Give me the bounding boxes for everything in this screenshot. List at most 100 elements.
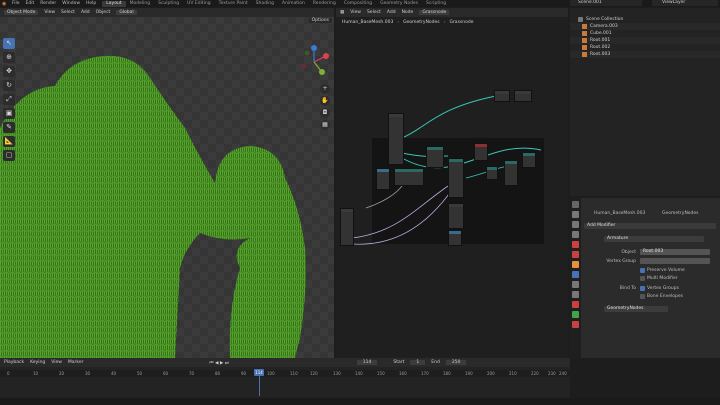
geometry-nodes-modifier-name[interactable]: GeometryNodes [604, 306, 668, 312]
transform-tool-icon[interactable]: ▣ [3, 108, 15, 119]
scale-tool-icon[interactable]: ⤢ [3, 94, 15, 105]
tab-sculpting[interactable]: Sculpting [154, 1, 183, 7]
add-cube-tool-icon[interactable]: ▢ [3, 150, 15, 161]
tab-animation[interactable]: Animation [278, 1, 309, 7]
node-editor[interactable]: ▦ View Select Add Node Grassnode Human_B… [336, 8, 568, 358]
armature-modifier-name[interactable]: Armature [604, 236, 704, 242]
bone-envelopes-checkbox[interactable] [640, 294, 645, 299]
world-tab-icon[interactable] [572, 251, 579, 258]
viewport-menu-select[interactable]: Select [61, 10, 75, 15]
scene-tab-icon[interactable] [572, 241, 579, 248]
outliner-item[interactable]: Root.002 [570, 44, 720, 51]
tab-scripting[interactable]: Scripting [422, 1, 450, 7]
outliner-item[interactable]: Cube.001 [570, 30, 720, 37]
rotate-tool-icon[interactable]: ↻ [3, 80, 15, 91]
data-tab-icon[interactable] [572, 311, 579, 318]
particles-tab-icon[interactable] [572, 281, 579, 288]
outliner-item[interactable]: Root.003 [570, 51, 720, 58]
material-tab-icon[interactable] [572, 321, 579, 328]
vertex-groups-checkbox[interactable] [640, 286, 645, 291]
output-tab-icon[interactable] [572, 221, 579, 228]
graph-node[interactable] [504, 160, 518, 186]
measure-tool-icon[interactable]: 📐 [3, 136, 15, 147]
outliner-item[interactable]: Root.001 [570, 37, 720, 44]
menu-window[interactable]: Window [62, 1, 80, 6]
graph-node[interactable] [376, 168, 390, 190]
current-frame-field[interactable]: 114 [356, 360, 378, 365]
timeline-menu-playback[interactable]: Playback [4, 360, 24, 365]
frame-tick: 0 [7, 371, 10, 376]
physics-tab-icon[interactable] [572, 291, 579, 298]
multi-modifier-checkbox[interactable] [640, 276, 645, 281]
view-layer-selector[interactable]: ViewLayer [652, 0, 718, 6]
graph-node[interactable] [394, 168, 424, 186]
graph-node[interactable] [486, 166, 498, 180]
tab-compositing[interactable]: Compositing [340, 1, 376, 7]
timeline-menu-view[interactable]: View [51, 360, 62, 365]
object-label: Object [621, 250, 636, 255]
mode-dropdown[interactable]: Object Mode [4, 10, 39, 15]
view-layer-tab-icon[interactable] [572, 231, 579, 238]
navigation-gizmo[interactable] [296, 44, 332, 80]
outliner-item[interactable]: Camera.003 [570, 23, 720, 30]
timeline-ruler[interactable]: 0 10 20 30 40 50 60 70 80 90 100 110 120… [0, 370, 570, 377]
tab-uv-editing[interactable]: UV Editing [183, 1, 214, 7]
preserve-volume-checkbox[interactable] [640, 268, 645, 273]
scene-collection-row[interactable]: Scene Collection [570, 16, 720, 23]
graph-node[interactable] [448, 230, 462, 246]
3d-viewport[interactable]: Object Mode View Select Add Object Globa… [0, 8, 334, 358]
perspective-toggle-icon[interactable]: ▦ [320, 120, 330, 130]
tab-shading[interactable]: Shading [252, 1, 278, 7]
add-modifier-button[interactable]: Add Modifier [584, 223, 716, 229]
menu-render[interactable]: Render [40, 1, 56, 6]
modifier-tab-icon[interactable] [572, 271, 579, 278]
camera-view-icon[interactable]: ◘ [320, 108, 330, 118]
viewer-node[interactable] [514, 90, 532, 102]
graph-node[interactable] [388, 113, 404, 165]
move-tool-icon[interactable]: ✥ [3, 66, 15, 77]
menu-help[interactable]: Help [86, 1, 96, 6]
group-output-node[interactable] [494, 90, 510, 102]
zoom-icon[interactable]: + [320, 84, 330, 94]
viewport-menu-add[interactable]: Add [81, 10, 90, 15]
menu-edit[interactable]: Edit [26, 1, 35, 6]
tab-texture-paint[interactable]: Texture Paint [215, 1, 252, 7]
play-controls-icon[interactable]: ⏮ ◀ ▶ ⏭ [209, 360, 228, 366]
annotate-tool-icon[interactable]: ✎ [3, 122, 15, 133]
timeline-menu-keying[interactable]: Keying [30, 360, 45, 365]
tool-tab-icon[interactable] [572, 201, 579, 208]
menu-file[interactable]: File [12, 1, 20, 6]
render-tab-icon[interactable] [572, 211, 579, 218]
playhead-frame[interactable]: 114 [254, 369, 264, 376]
vertex-group-field[interactable] [640, 258, 710, 264]
collection-icon [578, 17, 583, 22]
viewport-menu-view[interactable]: View [44, 10, 55, 15]
start-frame-field[interactable]: 1 [410, 360, 426, 365]
tab-geometry-nodes[interactable]: Geometry Nodes [376, 1, 422, 7]
tab-rendering[interactable]: Rendering [309, 1, 340, 7]
tab-layout[interactable]: Layout [102, 0, 126, 7]
viewport-menu-object[interactable]: Object [96, 10, 111, 15]
constraints-tab-icon[interactable] [572, 301, 579, 308]
orientation-dropdown[interactable]: Global [116, 10, 137, 15]
properties-editor[interactable]: Human_BaseMesh.003 GeometryNodes Add Mod… [570, 198, 720, 358]
object-field[interactable]: Root.003 [640, 249, 710, 255]
graph-node[interactable] [474, 143, 488, 161]
end-frame-field[interactable]: 250 [445, 360, 467, 365]
graph-node[interactable] [426, 146, 444, 168]
select-tool-icon[interactable]: ↖ [3, 38, 15, 49]
graph-node[interactable] [448, 203, 464, 229]
timeline-menu-marker[interactable]: Marker [68, 360, 84, 365]
options-button[interactable]: Options [308, 18, 332, 23]
graph-node[interactable] [448, 158, 464, 198]
outliner[interactable]: Scene Collection Camera.003 Cube.001 Roo… [570, 8, 720, 196]
cursor-tool-icon[interactable]: ⊕ [3, 52, 15, 63]
graph-node[interactable] [522, 152, 536, 168]
playhead[interactable] [259, 376, 260, 396]
pan-hand-icon[interactable]: ✋ [320, 96, 330, 106]
blender-logo-icon[interactable]: ◉ [2, 1, 10, 7]
scene-selector[interactable]: Scene.001 [570, 0, 642, 6]
tab-modeling[interactable]: Modeling [126, 1, 154, 7]
graph-node[interactable] [340, 208, 354, 246]
object-tab-icon[interactable] [572, 261, 579, 268]
